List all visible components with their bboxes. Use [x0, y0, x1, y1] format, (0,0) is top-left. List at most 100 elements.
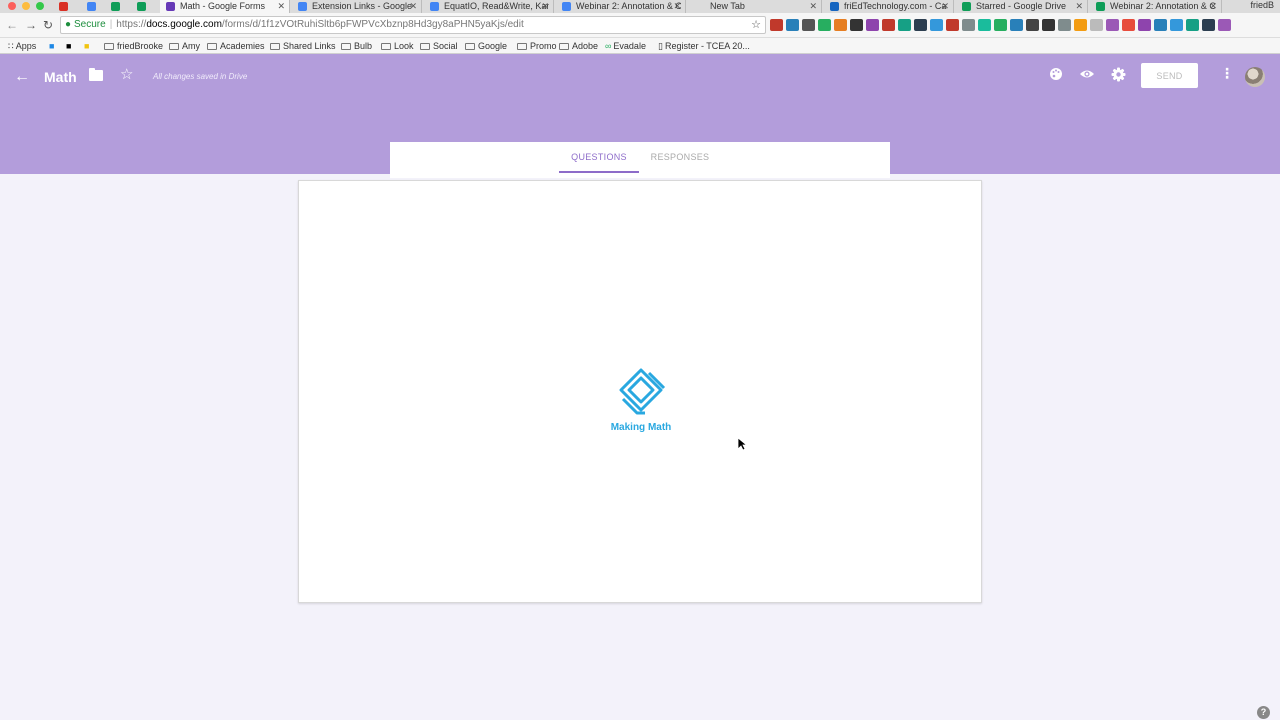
extension-icon[interactable]	[930, 19, 943, 31]
bookmark-item[interactable]: ■	[49, 39, 56, 53]
browser-tab[interactable]: New Tab ✕	[690, 0, 822, 13]
extension-icon[interactable]	[994, 19, 1007, 31]
bookmark-item[interactable]: Look	[381, 39, 414, 53]
gmail-icon	[59, 2, 68, 11]
secure-label: Secure	[74, 19, 106, 30]
palette-icon[interactable]	[1049, 67, 1063, 85]
profile-name[interactable]: friedB	[1250, 0, 1274, 11]
reload-icon[interactable]: ↻	[43, 19, 53, 31]
docs-icon	[298, 2, 307, 11]
browser-tab[interactable]: Webinar 2: Annotation & C ✕	[556, 0, 686, 13]
bookmark-item[interactable]: Promo	[517, 39, 557, 53]
extension-icon[interactable]	[1026, 19, 1039, 31]
browser-tab[interactable]	[130, 0, 154, 13]
gear-icon[interactable]	[1111, 67, 1126, 86]
extension-icon[interactable]	[770, 19, 783, 31]
extension-icon[interactable]	[1138, 19, 1151, 31]
extension-icon[interactable]	[1122, 19, 1135, 31]
forms-icon	[166, 2, 175, 11]
extension-icon[interactable]	[1202, 19, 1215, 31]
help-icon[interactable]: ?	[1257, 706, 1270, 719]
minimize-window-button[interactable]	[22, 2, 30, 10]
bookmark-label: Google	[478, 41, 508, 51]
close-window-button[interactable]	[8, 2, 16, 10]
avatar[interactable]	[1245, 67, 1265, 87]
browser-tab[interactable]	[104, 0, 128, 13]
bookmark-item[interactable]: friedBrooke	[104, 39, 163, 53]
extension-icon[interactable]	[962, 19, 975, 31]
form-title[interactable]: Math	[44, 69, 77, 85]
extension-icon[interactable]	[914, 19, 927, 31]
browser-tab[interactable]: Math - Google Forms ✕	[160, 0, 290, 13]
extension-icon[interactable]	[850, 19, 863, 31]
address-bar[interactable]: ● Secure | https://docs.google.com/forms/d/…	[60, 16, 766, 34]
extension-icon[interactable]	[1074, 19, 1087, 31]
bookmark-item[interactable]: Bulb	[341, 39, 372, 53]
star-icon[interactable]: ☆	[120, 65, 133, 83]
form-tabs: QUESTIONS RESPONSES	[390, 142, 890, 178]
bookmark-item[interactable]: ∞ Evadale	[605, 39, 646, 53]
back-arrow-icon[interactable]: ←	[6, 19, 18, 31]
bookmark-item[interactable]: Social	[420, 39, 458, 53]
extension-icon[interactable]	[1186, 19, 1199, 31]
close-tab-icon[interactable]: ✕	[941, 0, 949, 12]
form-content-card: Making Math	[298, 180, 982, 603]
extension-icon[interactable]	[1106, 19, 1119, 31]
bookmark-star-icon[interactable]: ☆	[751, 17, 761, 33]
bookmark-item[interactable]: ■	[66, 39, 73, 53]
site-icon	[830, 2, 839, 11]
more-vert-icon[interactable]: ⋮	[1220, 66, 1234, 80]
tab-questions[interactable]: QUESTIONS	[559, 142, 639, 173]
bookmark-favicon-icon: ■	[66, 41, 72, 51]
close-tab-icon[interactable]: ✕	[277, 0, 285, 12]
extension-icon[interactable]	[1218, 19, 1231, 31]
bookmark-item[interactable]: ■	[84, 39, 91, 53]
browser-tab[interactable]	[52, 0, 76, 13]
preview-eye-icon[interactable]	[1079, 67, 1095, 85]
browser-tab[interactable]: Extension Links - Google ✕	[292, 0, 422, 13]
bookmark-item[interactable]: ∷ Apps	[8, 39, 36, 53]
bookmark-item[interactable]: Adobe	[559, 39, 598, 53]
extension-icon[interactable]	[866, 19, 879, 31]
browser-tab[interactable]: friEdTechnology.com - Ca ✕	[824, 0, 954, 13]
bookmark-item[interactable]: Academies	[207, 39, 265, 53]
extension-icon[interactable]	[818, 19, 831, 31]
tab-responses[interactable]: RESPONSES	[645, 142, 715, 173]
maximize-window-button[interactable]	[36, 2, 44, 10]
browser-tab[interactable]: Starred - Google Drive ✕	[956, 0, 1088, 13]
close-tab-icon[interactable]: ✕	[1209, 0, 1217, 12]
close-tab-icon[interactable]: ✕	[809, 0, 817, 12]
extension-icon[interactable]	[1058, 19, 1071, 31]
bookmark-item[interactable]: Shared Links	[270, 39, 336, 53]
browser-toolbar: ← → ↻ ● Secure | https://docs.google.com/fo…	[0, 13, 1280, 38]
extension-icon[interactable]	[898, 19, 911, 31]
close-tab-icon[interactable]: ✕	[673, 0, 681, 12]
send-button[interactable]: SEND	[1141, 63, 1198, 88]
bookmark-item[interactable]: ▯ Register - TCEA 20...	[658, 39, 750, 53]
close-tab-icon[interactable]: ✕	[541, 0, 549, 12]
close-tab-icon[interactable]: ✕	[409, 0, 417, 12]
extension-icon[interactable]	[882, 19, 895, 31]
extension-icon[interactable]	[1170, 19, 1183, 31]
extension-icon[interactable]	[1042, 19, 1055, 31]
close-tab-icon[interactable]: ✕	[1075, 0, 1083, 12]
drive-icon	[111, 2, 120, 11]
extension-icon[interactable]	[786, 19, 799, 31]
extension-icon[interactable]	[946, 19, 959, 31]
extension-icon[interactable]	[802, 19, 815, 31]
extension-icon[interactable]	[1154, 19, 1167, 31]
extension-icon[interactable]	[834, 19, 847, 31]
extension-icon[interactable]	[1090, 19, 1103, 31]
browser-tab[interactable]: Webinar 2: Annotation & C ✕	[1090, 0, 1222, 13]
extension-icon[interactable]	[978, 19, 991, 31]
bookmark-item[interactable]: Amy	[169, 39, 200, 53]
bookmark-item[interactable]: Google	[465, 39, 507, 53]
browser-tab[interactable]	[80, 0, 104, 13]
browser-tab-title: EquatIO, Read&Write, Kan	[444, 1, 549, 11]
extension-icon[interactable]	[1010, 19, 1023, 31]
folder-icon[interactable]	[89, 68, 103, 81]
browser-tab[interactable]: EquatIO, Read&Write, Kan ✕	[424, 0, 554, 13]
bookmarks-bar: ∷ Apps ■ ■ ■ friedBrooke Amy Academies Shared Li…	[0, 38, 1280, 54]
back-arrow-icon[interactable]: ←	[14, 68, 30, 86]
forward-arrow-icon[interactable]: →	[25, 19, 37, 31]
